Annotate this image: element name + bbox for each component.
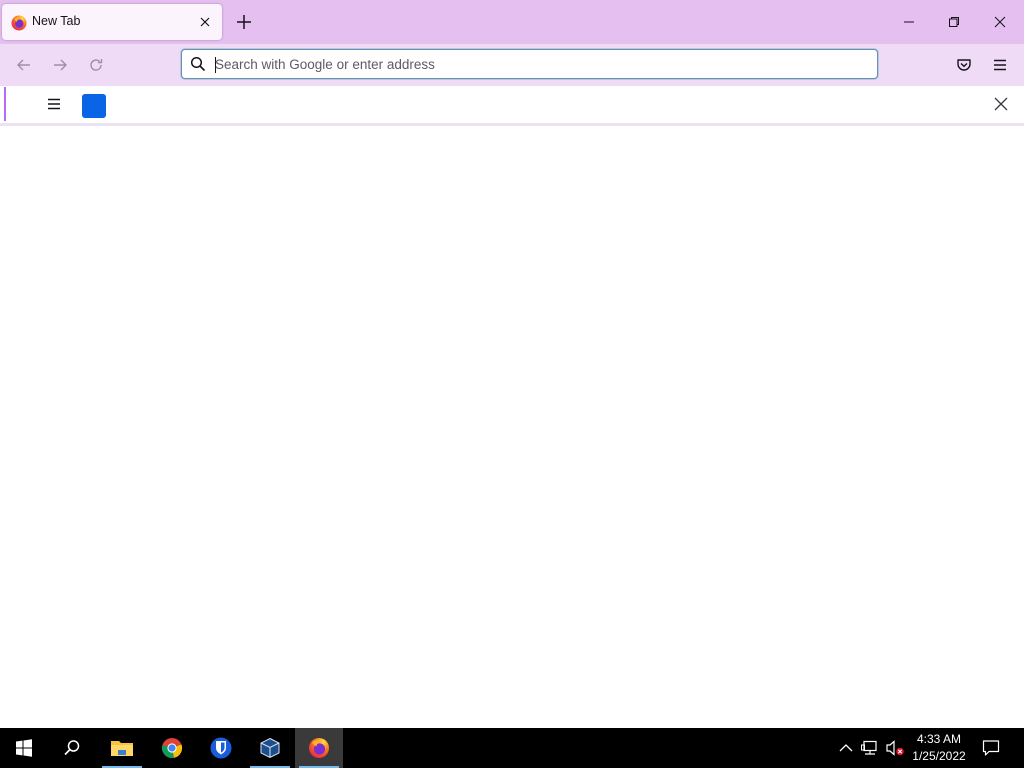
arrow-right-icon[interactable] (48, 53, 72, 77)
blue-square-icon[interactable] (82, 94, 106, 118)
navigation-toolbar (0, 44, 1024, 86)
address-bar[interactable] (181, 49, 878, 79)
bitwarden-icon[interactable] (197, 728, 245, 768)
minimize-icon[interactable] (897, 10, 921, 34)
plus-icon[interactable] (234, 12, 254, 32)
network-icon[interactable] (860, 738, 880, 758)
search-icon[interactable] (48, 728, 96, 768)
notification-bar (4, 87, 1022, 121)
taskbar: 4:33 AM 1/25/2022 (0, 728, 1024, 768)
action-center-icon[interactable] (981, 738, 1001, 758)
close-icon[interactable] (988, 10, 1012, 34)
restore-icon[interactable] (942, 10, 966, 34)
virtualbox-icon[interactable] (246, 728, 294, 768)
chrome-icon[interactable] (148, 728, 196, 768)
url-input[interactable] (215, 50, 855, 78)
firefox-icon (11, 15, 27, 31)
tab-new-tab[interactable]: New Tab (2, 4, 222, 40)
hamburger-menu-icon[interactable] (44, 94, 64, 114)
page-content (0, 126, 1024, 728)
windows-start-icon[interactable] (0, 728, 48, 768)
chevron-up-icon[interactable] (836, 738, 856, 758)
firefox-icon[interactable] (295, 728, 343, 768)
volume-muted-icon[interactable] (885, 738, 905, 758)
pocket-icon[interactable] (952, 53, 976, 77)
clock-time: 4:33 AM (916, 732, 962, 746)
file-explorer-icon[interactable] (98, 728, 146, 768)
clock[interactable]: 4:33 AM 1/25/2022 (904, 731, 974, 765)
search-icon (190, 56, 206, 72)
hamburger-menu-icon[interactable] (988, 53, 1012, 77)
tab-title: New Tab (32, 14, 81, 28)
text-caret (215, 57, 216, 73)
tab-strip: New Tab (0, 0, 1024, 44)
reload-icon[interactable] (84, 53, 108, 77)
close-icon[interactable] (990, 93, 1012, 115)
clock-date: 1/25/2022 (912, 749, 966, 763)
close-icon[interactable] (196, 13, 214, 31)
arrow-left-icon[interactable] (12, 53, 36, 77)
